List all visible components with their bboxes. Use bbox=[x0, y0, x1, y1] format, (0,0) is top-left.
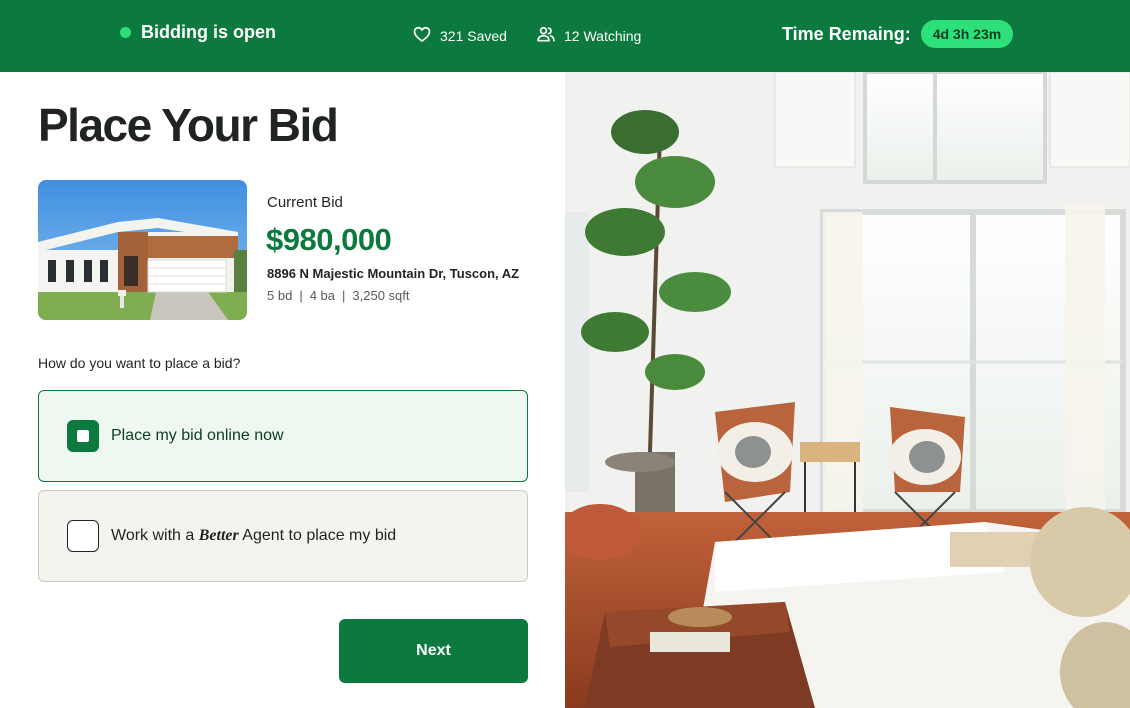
better-agent-label-suffix: Agent to place my bid bbox=[242, 527, 397, 544]
time-remaining: Time Remaing: 4d 3h 23m bbox=[782, 20, 1014, 48]
top-bar: Bidding is open 321 Saved 12 Watching Ti… bbox=[0, 0, 1130, 72]
spec-separator: | bbox=[299, 288, 303, 303]
saved-count[interactable]: 321 Saved bbox=[412, 24, 507, 47]
better-brand-wordmark: Better bbox=[198, 527, 239, 544]
property-address: 8896 N Majestic Mountain Dr, Tuscon, AZ bbox=[267, 266, 520, 281]
better-agent-checkbox[interactable] bbox=[67, 520, 99, 552]
property-sqft: 3,250 sqft bbox=[352, 288, 410, 303]
heart-icon bbox=[412, 24, 432, 47]
current-bid-label: Current Bid bbox=[267, 194, 343, 211]
page-title: Place Your Bid bbox=[38, 99, 339, 151]
bid-online-label: Place my bid online now bbox=[111, 427, 284, 444]
time-remaining-badge: 4d 3h 23m bbox=[920, 20, 1014, 48]
time-remaining-label: Time Remaing: bbox=[782, 23, 911, 44]
better-agent-label-prefix: Work with a bbox=[111, 527, 195, 544]
property-beds: 5 bd bbox=[267, 288, 293, 303]
users-icon bbox=[536, 24, 556, 47]
bid-online-checkbox[interactable] bbox=[67, 420, 99, 452]
checkbox-checked-icon bbox=[77, 430, 89, 442]
property-specs: 5 bd | 4 ba | 3,250 sqft bbox=[267, 288, 410, 303]
watching-count[interactable]: 12 Watching bbox=[536, 24, 641, 47]
bidding-status: Bidding is open bbox=[120, 22, 276, 43]
spec-separator: | bbox=[342, 288, 346, 303]
next-button[interactable]: Next bbox=[339, 619, 528, 683]
bid-method-question: How do you want to place a bid? bbox=[38, 355, 241, 371]
option-bid-online[interactable]: Place my bid online now bbox=[38, 390, 528, 482]
saved-count-label: 321 Saved bbox=[440, 27, 507, 44]
status-dot-icon bbox=[120, 27, 131, 38]
property-baths: 4 ba bbox=[309, 288, 336, 303]
watching-count-label: 12 Watching bbox=[564, 27, 642, 44]
option-better-agent[interactable]: Work with a Better Agent to place my bid bbox=[38, 490, 528, 582]
property-thumbnail bbox=[38, 180, 247, 320]
interior-hero-image bbox=[565, 72, 1130, 708]
better-agent-label: Work with a Better Agent to place my bid bbox=[111, 527, 396, 545]
current-bid-amount: $980,000 bbox=[266, 222, 392, 257]
bidding-status-label: Bidding is open bbox=[141, 22, 276, 42]
